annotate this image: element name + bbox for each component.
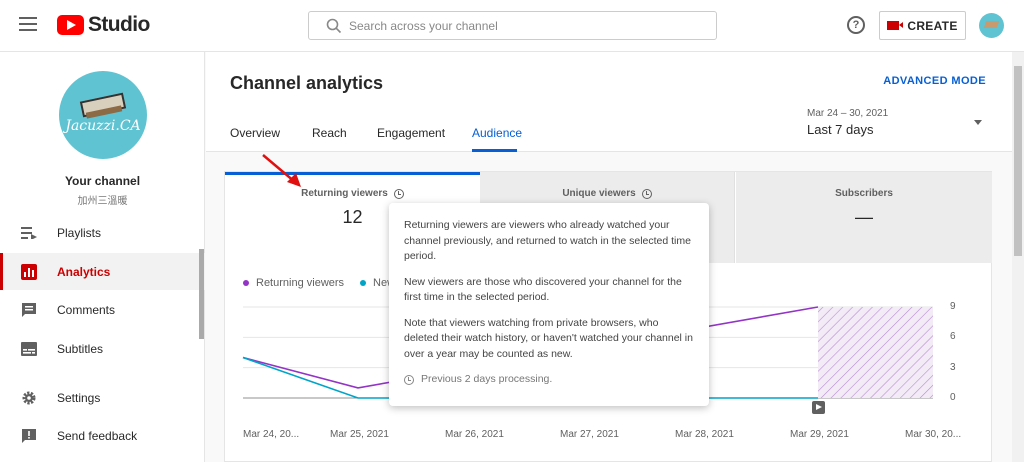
sidebar-item-label: Settings (57, 390, 101, 405)
date-range[interactable]: Mar 24 – 30, 2021 (807, 108, 888, 119)
tooltip-paragraph: Note that viewers watching from private … (404, 316, 693, 360)
date-period-select[interactable]: Last 7 days (807, 122, 874, 137)
sidebar-item-settings[interactable]: Settings (0, 379, 205, 416)
sidebar-item-label: Send feedback (57, 428, 138, 443)
create-button[interactable]: CREATE (879, 11, 966, 40)
sidebar-item-label: Analytics (57, 264, 111, 279)
sidebar-item-send-feedback[interactable]: Send feedback (0, 417, 205, 454)
x-tick-label: Mar 26, 2021 (445, 429, 504, 440)
channel-handle: 加州三溫暖 (77, 196, 128, 207)
sidebar-item-label: Comments (57, 302, 116, 317)
active-tab-indicator (472, 149, 517, 152)
sidebar-item-analytics[interactable]: Analytics (0, 253, 205, 290)
sidebar-item-label: Subtitles (57, 341, 104, 356)
x-tick-label: Mar 24, 20... (243, 429, 300, 440)
chevron-down-icon[interactable] (974, 120, 982, 125)
page-scrollbar[interactable] (1012, 52, 1024, 462)
camera-icon (887, 21, 904, 30)
advanced-mode-link[interactable]: ADVANCED MODE (883, 75, 986, 87)
tooltip-paragraph: Returning viewers are viewers who alread… (404, 219, 691, 262)
x-tick-label: Mar 28, 2021 (675, 429, 734, 440)
channel-name: Your channel (64, 174, 141, 188)
x-tick-label: Mar 29, 2021 (790, 429, 849, 440)
y-tick-label: 3 (950, 361, 956, 373)
search-box[interactable] (308, 11, 717, 40)
account-avatar[interactable] (979, 13, 1004, 38)
avatar-text: Jacuzzi.CA (65, 118, 141, 134)
x-tick-label: Mar 30, 20... (905, 429, 962, 440)
page-title: Channel analytics (230, 73, 384, 93)
analytics-header: Channel analytics ADVANCED MODE Overview… (206, 52, 1012, 152)
scrollbar-thumb[interactable] (1014, 66, 1022, 256)
search-icon (326, 18, 342, 33)
processing-note: Previous 2 days processing. (404, 372, 694, 388)
studio-logo[interactable]: Studio (57, 13, 150, 37)
tab-audience[interactable]: Audience (472, 126, 522, 140)
comments-icon (20, 302, 38, 318)
search-input[interactable] (349, 12, 716, 39)
sidebar-item-playlists[interactable]: Playlists (0, 214, 205, 251)
sidebar-item-label: Playlists (57, 225, 102, 240)
logo-text: Studio (88, 13, 150, 36)
sidebar: Jacuzzi.CA Your channel 加州三溫暖 Playlists … (0, 52, 205, 462)
top-bar: Studio ? CREATE (0, 0, 1024, 52)
y-tick-label: 9 (950, 301, 956, 312)
metric-tooltip: Returning viewers are viewers who alread… (389, 203, 709, 406)
sidebar-item-subtitles[interactable]: Subtitles (0, 330, 205, 367)
tab-engagement[interactable]: Engagement (377, 126, 445, 140)
x-tick-label: Mar 27, 2021 (560, 429, 619, 440)
tab-overview[interactable]: Overview (230, 126, 280, 140)
y-tick-label: 0 (950, 392, 956, 403)
channel-avatar[interactable]: Jacuzzi.CA (59, 71, 147, 159)
subtitles-icon (20, 341, 38, 357)
analytics-icon (20, 263, 38, 280)
help-icon[interactable]: ? (847, 16, 865, 34)
tooltip-paragraph: New viewers are those who discovered you… (404, 275, 682, 304)
processing-region (818, 307, 933, 398)
x-tick-label: Mar 25, 2021 (330, 429, 389, 440)
feedback-icon (20, 428, 38, 444)
sidebar-item-comments[interactable]: Comments (0, 291, 205, 328)
play-icon[interactable] (812, 401, 825, 414)
menu-icon[interactable] (19, 17, 37, 31)
create-label: CREATE (907, 18, 958, 33)
youtube-play-icon (57, 15, 84, 35)
sidebar-scrollbar[interactable] (199, 249, 204, 339)
red-arrow-annotation (262, 154, 301, 187)
gear-icon (20, 390, 38, 406)
playlist-icon (20, 225, 38, 241)
clock-icon (404, 374, 414, 385)
y-tick-label: 6 (950, 331, 956, 343)
processing-note-text: Previous 2 days processing. (421, 373, 553, 385)
tab-reach[interactable]: Reach (312, 126, 347, 140)
